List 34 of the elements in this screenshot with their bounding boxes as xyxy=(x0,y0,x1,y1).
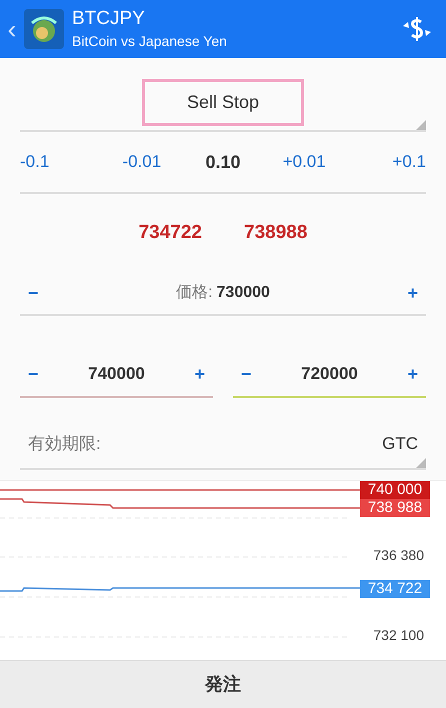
increase-button[interactable]: + xyxy=(194,360,205,388)
stop-level-value: 740000 xyxy=(88,363,145,386)
volume-step-button[interactable]: -0.1 xyxy=(20,149,102,175)
decrease-button[interactable]: − xyxy=(28,280,39,306)
price-axis-label: 736 380 xyxy=(373,547,424,563)
back-button[interactable]: ‹ xyxy=(4,16,20,42)
decrease-button[interactable]: − xyxy=(241,360,252,388)
symbol-description: BitCoin vs Japanese Yen xyxy=(72,32,228,51)
dropdown-corner-icon xyxy=(416,120,426,130)
bid-price: 734722 xyxy=(138,220,202,245)
increase-button[interactable]: + xyxy=(407,360,418,388)
price-tag: 738 988 xyxy=(360,499,430,517)
order-type-value: Sell Stop xyxy=(142,78,304,126)
volume-value: 0.10 xyxy=(204,150,242,174)
increase-button[interactable]: + xyxy=(407,280,418,306)
app-logo-icon xyxy=(24,9,64,49)
price-axis-label: 732 100 xyxy=(373,627,424,643)
price-label: 価格: xyxy=(176,283,213,303)
price-value: 730000 xyxy=(216,283,270,303)
ask-price: 738988 xyxy=(244,220,308,245)
order-type-dropdown[interactable]: Sell Stop xyxy=(20,74,426,132)
dropdown-corner-icon xyxy=(416,458,426,468)
price-tag: 740 000 xyxy=(360,481,430,499)
volume-step-button[interactable]: -0.01 xyxy=(101,149,182,175)
volume-step-button[interactable]: +0.1 xyxy=(344,149,426,175)
symbol-title: BTCJPY xyxy=(72,7,146,31)
stop-level-value: 720000 xyxy=(301,363,358,386)
volume-step-button[interactable]: +0.01 xyxy=(264,149,345,175)
expiry-label: 有効期限: xyxy=(28,433,101,456)
decrease-button[interactable]: − xyxy=(28,360,39,388)
expiry-value: GTC xyxy=(382,433,418,456)
price-tag: 734 722 xyxy=(360,580,430,598)
place-order-button[interactable]: 発注 xyxy=(0,660,446,708)
expiry-dropdown[interactable]: 有効期限: GTC xyxy=(20,420,426,470)
